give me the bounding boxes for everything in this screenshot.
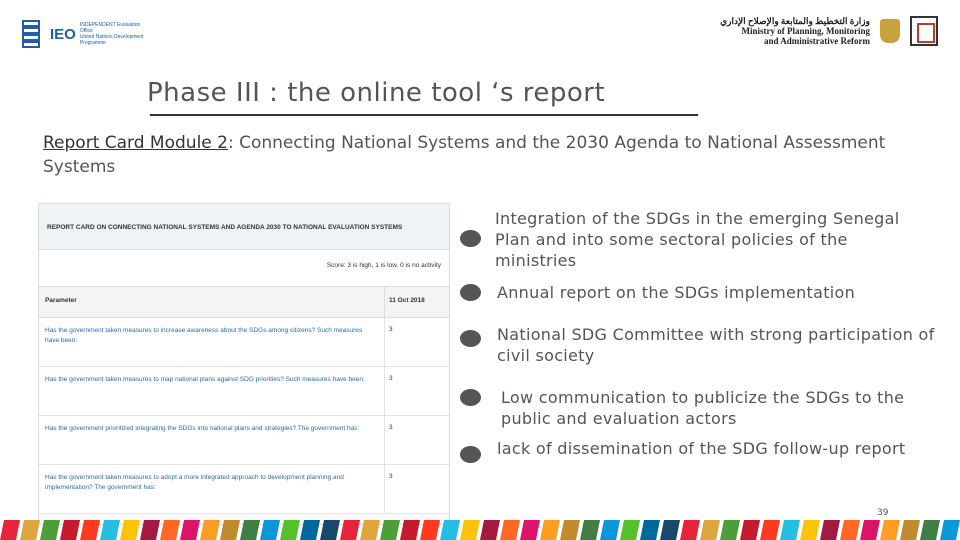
sdg-stripe (260, 520, 280, 540)
eagle-emblem-icon (880, 19, 900, 43)
sdg-stripe (680, 520, 700, 540)
bullet-dot-icon (460, 284, 481, 301)
sdg-stripe (40, 520, 60, 540)
sdg-stripe (940, 520, 960, 540)
sdg-stripe (300, 520, 320, 540)
sdg-stripe (720, 520, 740, 540)
sdg-stripe (740, 520, 760, 540)
sdg-stripe (860, 520, 880, 540)
bullet-dot-icon (460, 389, 481, 406)
row-score: 3 (384, 367, 449, 415)
ministry-logo: وزارة التخطيط والمتابعة والإصلاح الإداري… (720, 16, 938, 46)
report-card-heading: REPORT CARD ON CONNECTING NATIONAL SYSTE… (39, 204, 449, 250)
sdg-stripe (880, 520, 900, 540)
bullet-dot-icon (460, 330, 481, 347)
sdg-stripe (340, 520, 360, 540)
bullet-text: Low communication to publicize the SDGs … (501, 388, 905, 428)
sdg-stripe (560, 520, 580, 540)
table-row: Has the government taken measures to ado… (39, 465, 449, 514)
table-row: Has the government taken measures to inc… (39, 318, 449, 367)
sdg-stripe (480, 520, 500, 540)
row-question: Has the government taken measures to ado… (45, 474, 344, 491)
column-date: 11 Oct 2018 (384, 287, 449, 317)
module-label: Report Card Module 2 (43, 133, 228, 153)
table-header: Parameter 11 Oct 2018 (39, 286, 449, 318)
row-question: Has the government taken measures to map… (45, 376, 365, 383)
sdg-stripe (660, 520, 680, 540)
bullet-text: lack of dissemination of the SDG follow-… (497, 439, 906, 458)
bullet-dot-icon (460, 230, 481, 247)
sdg-stripe (0, 520, 20, 540)
report-card-screenshot: REPORT CARD ON CONNECTING NATIONAL SYSTE… (38, 203, 450, 525)
sdg-stripe (160, 520, 180, 540)
sdg-stripe (760, 520, 780, 540)
column-parameter: Parameter (45, 297, 77, 304)
bullet-text: National SDG Committee with strong parti… (497, 325, 935, 365)
bullet-text: Annual report on the SDGs implementation (497, 283, 856, 302)
list-item: Annual report on the SDGs implementation (460, 282, 927, 303)
sdg-stripe (360, 520, 380, 540)
row-score: 3 (384, 318, 449, 366)
row-score: 3 (384, 465, 449, 513)
sdg-stripe (580, 520, 600, 540)
list-item: National SDG Committee with strong parti… (460, 324, 937, 366)
table-row: Has the government taken measures to map… (39, 367, 449, 416)
sdg-stripe (500, 520, 520, 540)
ministry-seal-icon (910, 16, 938, 46)
sdg-stripe (820, 520, 840, 540)
slide-subtitle: Report Card Module 2: Connecting Nationa… (43, 131, 923, 179)
sdg-stripe (100, 520, 120, 540)
list-item: lack of dissemination of the SDG follow-… (460, 438, 917, 463)
ministry-name-line2: and Administrative Reform (764, 36, 870, 46)
ieo-logo-text: IEO (50, 25, 76, 43)
ministry-name-line1: Ministry of Planning, Monitoring (741, 26, 870, 36)
sdg-stripe (420, 520, 440, 540)
sdg-stripe (120, 520, 140, 540)
sdg-stripe (320, 520, 340, 540)
ieo-subtext: INDEPENDENT Evaluation Office (79, 22, 141, 34)
sdg-stripe (460, 520, 480, 540)
undp-ieo-logo: IEO INDEPENDENT Evaluation Office United… (22, 20, 150, 48)
sdg-stripe (780, 520, 800, 540)
sdg-stripe (540, 520, 560, 540)
sdg-stripe (840, 520, 860, 540)
sdg-stripe (180, 520, 200, 540)
table-row: Has the government prioritized integrati… (39, 416, 449, 465)
bullet-dot-icon (460, 446, 481, 463)
list-item: Low communication to publicize the SDGs … (460, 387, 921, 429)
sdg-color-strip (0, 520, 960, 540)
sdg-stripe (240, 520, 260, 540)
sdg-stripe (380, 520, 400, 540)
sdg-stripe (80, 520, 100, 540)
sdg-stripe (280, 520, 300, 540)
sdg-stripe (800, 520, 820, 540)
sdg-stripe (620, 520, 640, 540)
score-note: Score: 3 is high, 1 is low. 0 is no acti… (39, 250, 449, 286)
sdg-stripe (600, 520, 620, 540)
title-underline (150, 114, 698, 116)
row-question: Has the government prioritized integrati… (45, 425, 360, 432)
ieo-tagline: United Nations Development Programme (79, 34, 144, 46)
sdg-stripe (700, 520, 720, 540)
ministry-arabic-name: وزارة التخطيط والمتابعة والإصلاح الإداري (720, 16, 870, 26)
sdg-stripe (920, 520, 940, 540)
row-question: Has the government taken measures to inc… (45, 327, 363, 344)
sdg-stripe (440, 520, 460, 540)
sdg-stripe (220, 520, 240, 540)
page-number: 39 (877, 508, 889, 518)
sdg-stripe (900, 520, 920, 540)
sdg-stripe (640, 520, 660, 540)
row-score: 3 (384, 416, 449, 464)
list-item: Integration of the SDGs in the emerging … (460, 208, 925, 271)
undp-logo-icon (22, 20, 40, 48)
bullet-text: Integration of the SDGs in the emerging … (495, 209, 900, 270)
sdg-stripe (520, 520, 540, 540)
sdg-stripe (60, 520, 80, 540)
slide-title: Phase III : the online tool ‘s report (147, 78, 606, 108)
sdg-stripe (200, 520, 220, 540)
sdg-stripe (140, 520, 160, 540)
sdg-stripe (400, 520, 420, 540)
sdg-stripe (20, 520, 40, 540)
